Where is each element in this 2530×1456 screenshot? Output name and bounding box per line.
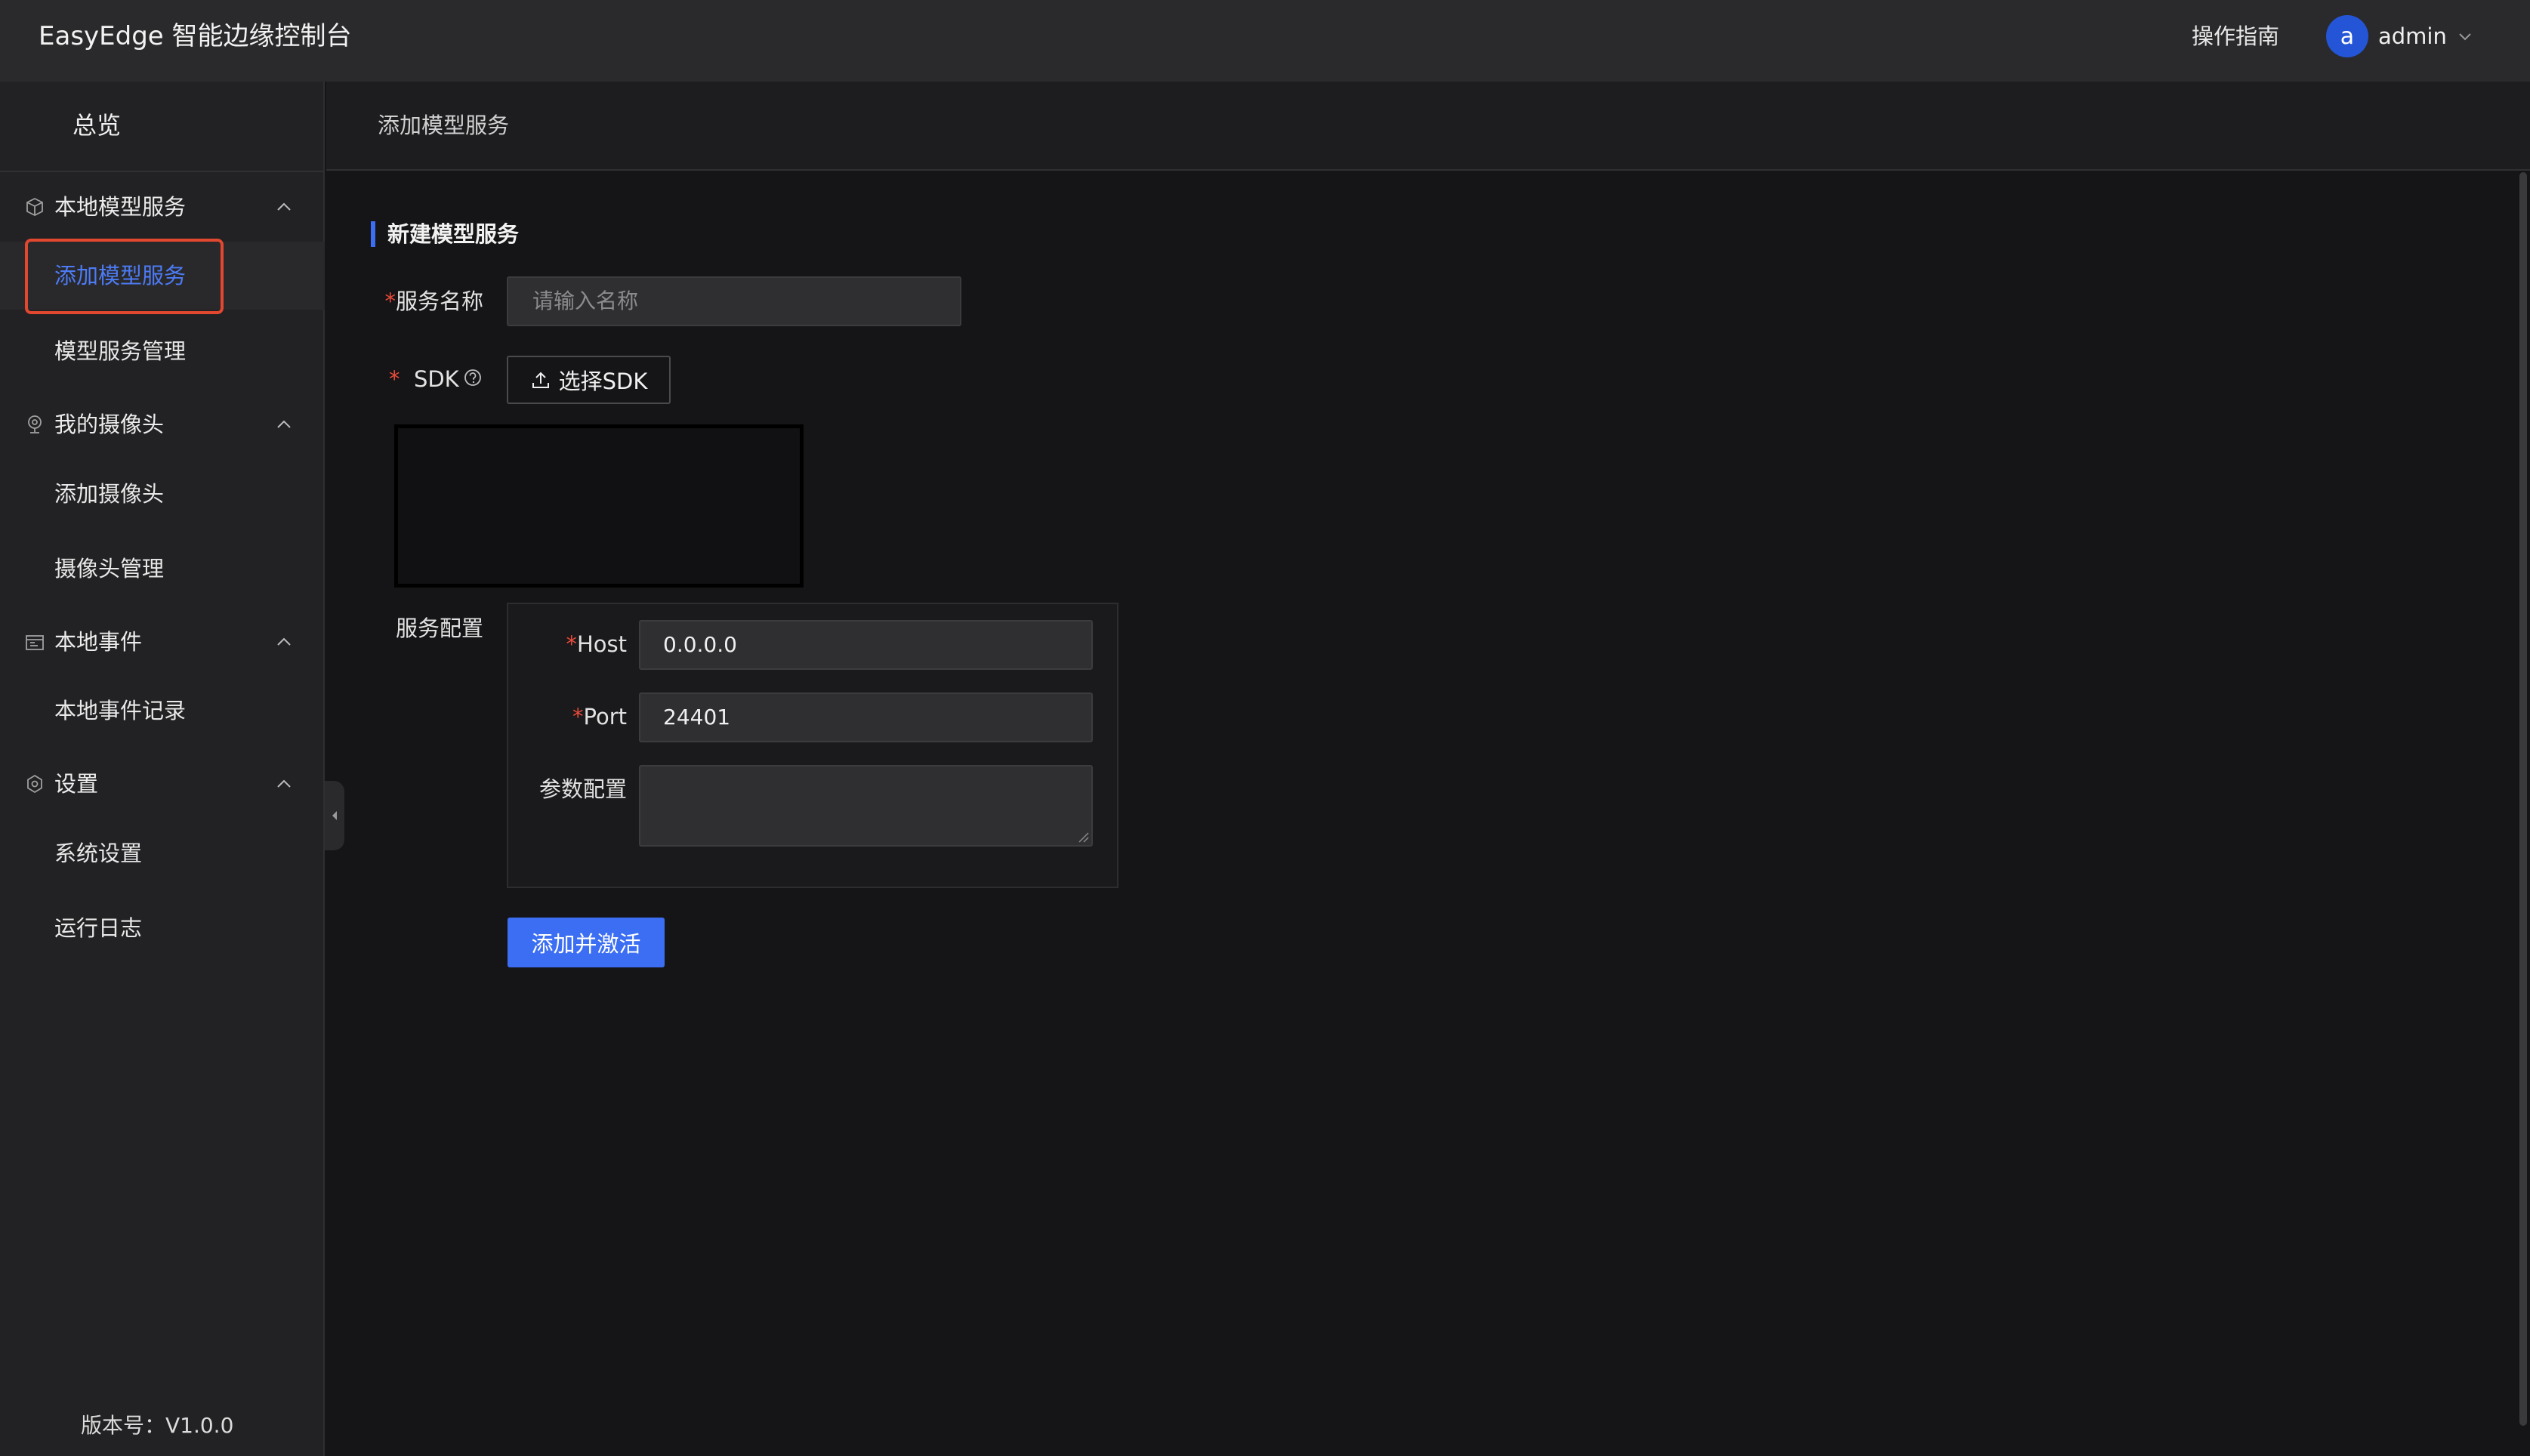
user-name: admin (2378, 23, 2447, 49)
section-accent-bar (371, 221, 375, 247)
top-bar (0, 0, 2530, 82)
required-mark: * (566, 631, 577, 657)
app-title: EasyEdge 智能边缘控制台 (39, 21, 352, 51)
sidebar-item-label: 添加摄像头 (54, 481, 165, 507)
chevron-up-icon (277, 637, 291, 646)
sdk-label: * SDK (389, 366, 459, 392)
chevron-left-icon (332, 811, 337, 820)
params-label: 参数配置 (538, 776, 627, 802)
breadcrumb: 添加模型服务 (378, 113, 510, 138)
calendar-icon (26, 635, 44, 650)
highlight-box (25, 239, 224, 314)
sidebar-group-settings[interactable]: 设置 (0, 760, 325, 807)
sidebar-group-label: 设置 (54, 771, 99, 797)
host-label: *Host (566, 631, 627, 657)
sidebar-item-add-camera[interactable]: 添加摄像头 (0, 460, 325, 528)
sidebar-item-model-service-management[interactable]: 模型服务管理 (0, 317, 325, 385)
required-mark: * (384, 288, 396, 314)
sidebar-item-label: 摄像头管理 (54, 556, 165, 581)
user-menu[interactable]: a admin (2326, 15, 2474, 57)
required-mark: * (572, 704, 584, 730)
camera-icon (28, 415, 42, 433)
port-label: *Port (572, 704, 627, 730)
divider (0, 171, 325, 172)
sidebar-group-label: 我的摄像头 (54, 412, 165, 437)
select-sdk-button[interactable]: 选择SDK (507, 356, 671, 404)
sidebar-item-label: 系统设置 (54, 841, 143, 866)
chevron-up-icon (277, 779, 291, 788)
sidebar-item-label: 模型服务管理 (54, 338, 187, 364)
chevron-up-icon (277, 202, 291, 211)
host-input[interactable]: 0.0.0.0 (639, 620, 1093, 670)
sidebar-group-my-cameras[interactable]: 我的摄像头 (0, 401, 325, 448)
guide-link[interactable]: 操作指南 (2192, 18, 2279, 54)
sidebar-item-system-settings[interactable]: 系统设置 (0, 819, 325, 887)
sidebar-item-label: 本地事件记录 (54, 698, 187, 723)
service-name-input[interactable]: 请输入名称 (507, 276, 961, 326)
params-textarea[interactable] (639, 765, 1093, 847)
avatar: a (2326, 15, 2368, 57)
sidebar-item-run-logs[interactable]: 运行日志 (0, 894, 325, 962)
cube-icon (26, 197, 43, 217)
sidebar-group-local-model-service[interactable]: 本地模型服务 (0, 184, 325, 230)
sdk-preview (394, 424, 804, 588)
sidebar-group-label: 本地事件 (54, 629, 143, 655)
sidebar-item-label: 运行日志 (54, 915, 143, 941)
version-label: 版本号：V1.0.0 (81, 1413, 234, 1438)
chevron-up-icon (277, 420, 291, 428)
scrollbar-thumb[interactable] (2519, 172, 2527, 1426)
sidebar-group-label: 本地模型服务 (54, 194, 187, 220)
required-mark: * (389, 366, 400, 392)
service-name-label: *服务名称 (384, 288, 483, 314)
resize-grip-icon[interactable] (1076, 830, 1090, 844)
sidebar-group-local-events[interactable]: 本地事件 (0, 618, 325, 665)
select-sdk-button-label: 选择SDK (558, 369, 648, 394)
sidebar-item-overview[interactable]: 总览 (0, 82, 325, 171)
section-title: 新建模型服务 (387, 221, 520, 247)
sidebar-item-local-event-records[interactable]: 本地事件记录 (0, 677, 325, 745)
sidebar-collapse-handle[interactable] (325, 781, 344, 850)
help-circle-icon[interactable] (462, 367, 483, 388)
sidebar-item-label: 总览 (73, 111, 122, 140)
add-and-activate-button[interactable]: 添加并激活 (508, 918, 665, 967)
upload-icon (532, 372, 549, 388)
port-input[interactable]: 24401 (639, 693, 1093, 742)
sidebar-item-camera-management[interactable]: 摄像头管理 (0, 535, 325, 603)
chevron-down-icon (2459, 33, 2471, 41)
breadcrumb-bar (326, 82, 2530, 171)
service-config-label: 服务配置 (395, 615, 483, 641)
gear-icon (27, 774, 42, 794)
